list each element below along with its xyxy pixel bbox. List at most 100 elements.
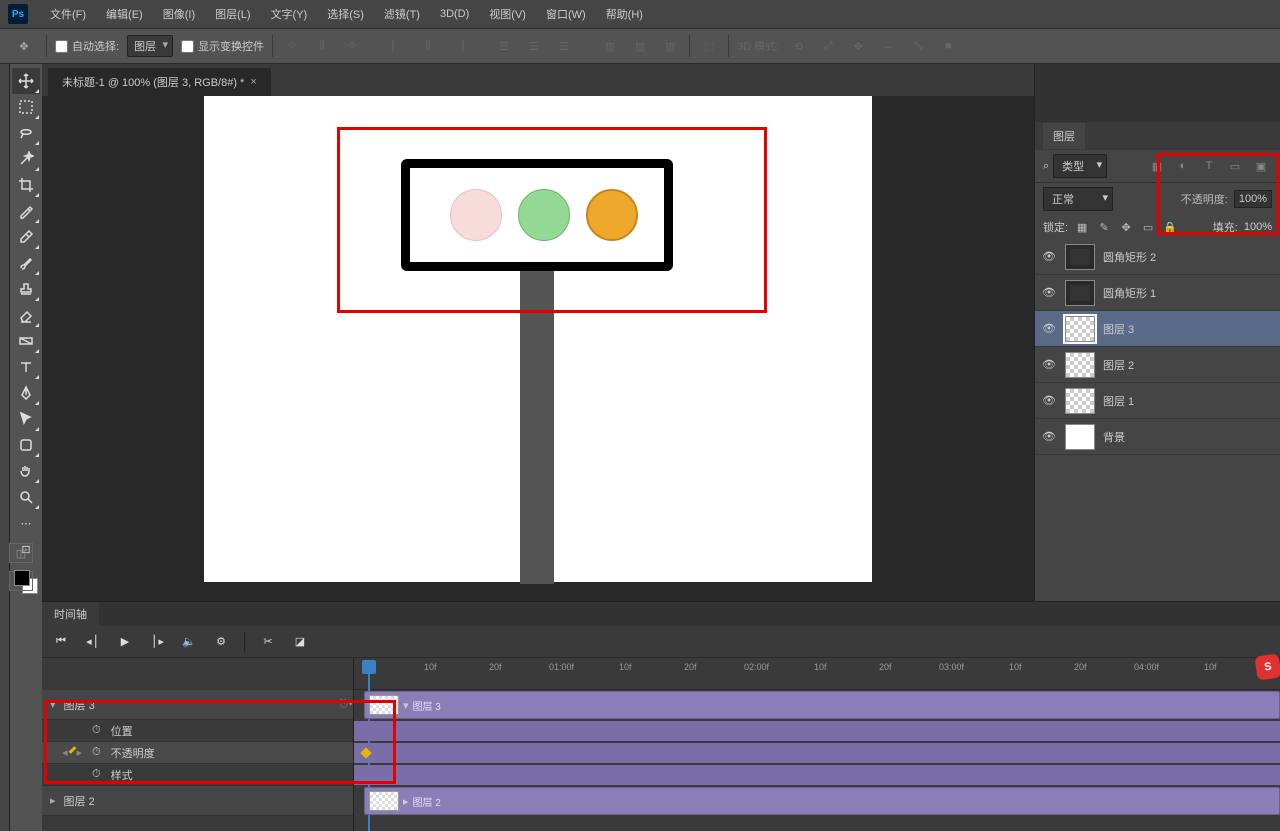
orbit-icon[interactable]: ⟲ [787,35,809,57]
track-options-icon[interactable]: ⎋▾ [340,698,353,711]
align-vcenter-icon[interactable]: ⫴ [311,35,333,57]
transition-button[interactable]: ◪ [291,635,309,648]
layer-row[interactable]: 👁 圆角矩形 1 [1035,275,1280,311]
filter-pixel-icon[interactable]: ▦ [1146,155,1168,177]
layer-row[interactable]: 👁 圆角矩形 2 [1035,239,1280,275]
track-header[interactable]: ▾ 图层 3 ⎋▾ [42,690,353,720]
dist-bottom-icon[interactable]: ☰ [553,35,575,57]
more-tools[interactable]: ⋯ [12,510,40,536]
stopwatch-icon[interactable]: ⏱ [92,768,101,781]
eye-icon[interactable]: 👁 [1041,430,1057,443]
show-transform-check[interactable]: 显示变换控件 [181,38,264,54]
timeline-tracks[interactable]: 10f 20f 01:00f 10f 20f 02:00f 10f 20f 03… [354,658,1280,831]
chevron-right-icon[interactable]: ▸ [50,794,56,807]
close-icon[interactable]: × [250,76,256,88]
chevron-right-icon[interactable]: ▸ [403,795,409,808]
layer-name[interactable]: 图层 2 [1103,357,1134,373]
dist-right-icon[interactable]: ▥ [659,35,681,57]
mute-button[interactable]: 🔈 [180,635,198,648]
pen-tool[interactable] [12,380,40,406]
filter-kind-select[interactable]: 类型 [1053,154,1107,178]
menu-window[interactable]: 窗口(W) [536,0,596,28]
menu-layer[interactable]: 图层(L) [205,0,260,28]
eyedropper-tool[interactable] [12,198,40,224]
move-tool[interactable] [12,68,40,94]
layer-thumb[interactable] [1065,244,1095,270]
menu-help[interactable]: 帮助(H) [596,0,653,28]
dist-vcenter-icon[interactable]: ☰ [523,35,545,57]
align-right-icon[interactable]: ⎹ [447,35,469,57]
split-button[interactable]: ✂ [259,635,277,648]
chevron-down-icon[interactable]: ▾ [403,699,409,712]
lock-trans-icon[interactable]: ▦ [1074,219,1090,235]
layer-row[interactable]: 👁 图层 2 [1035,347,1280,383]
blend-mode-select[interactable]: 正常 [1043,187,1113,211]
brush-tool[interactable] [12,250,40,276]
text-tool[interactable] [12,354,40,380]
filter-smart-icon[interactable]: ▣ [1250,155,1272,177]
camera-icon[interactable]: ■ [937,35,959,57]
align-bottom-icon[interactable]: ⟐ [341,35,363,57]
play-button[interactable]: ▶ [116,635,134,648]
playhead[interactable] [362,660,376,674]
scale-icon[interactable]: ⤡ [907,35,929,57]
dist-hcenter-icon[interactable]: ▥ [629,35,651,57]
prop-row-position[interactable]: ⏱ 位置 [42,720,353,742]
eye-icon[interactable]: 👁 [1041,358,1057,371]
layer-row[interactable]: 👁 图层 1 [1035,383,1280,419]
filter-adjust-icon[interactable]: ◐ [1172,155,1194,177]
fill-value[interactable]: 100% [1244,221,1272,233]
layer-thumb[interactable] [1065,424,1095,450]
zoom-tool[interactable] [12,484,40,510]
roll-icon[interactable]: ⤢ [817,35,839,57]
align-hcenter-icon[interactable]: ⫼ [417,35,439,57]
eye-icon[interactable]: 👁 [1041,250,1057,263]
tab-layers[interactable]: 图层 [1043,123,1085,149]
document-tab[interactable]: 未标题-1 @ 100% (图层 3, RGB/8#) * × [48,68,271,96]
layer-name[interactable]: 圆角矩形 2 [1103,249,1156,265]
filter-text-icon[interactable]: T [1198,155,1220,177]
next-frame-button[interactable]: ⎪▸ [148,635,166,648]
prop-row-opacity[interactable]: ◂▸ ⏱ 不透明度 [42,742,353,764]
layer-thumb[interactable] [1065,280,1095,306]
layer-row[interactable]: 👁背景 [1035,419,1280,455]
track-header[interactable]: ▸ 图层 2 [42,786,353,816]
prop-track[interactable] [354,721,1280,741]
pan-icon[interactable]: ✥ [847,35,869,57]
time-ruler[interactable]: 10f 20f 01:00f 10f 20f 02:00f 10f 20f 03… [354,658,1280,690]
prop-row-style[interactable]: ⏱ 样式 [42,764,353,786]
crop-tool[interactable] [12,172,40,198]
path-select-tool[interactable] [12,406,40,432]
layer-thumb[interactable] [1065,388,1095,414]
quickmask-icon[interactable]: ◫ [9,543,33,563]
dist-top-icon[interactable]: ☰ [493,35,515,57]
eraser-tool[interactable] [12,302,40,328]
auto-select-check[interactable]: 自动选择: [55,38,119,54]
layer-name[interactable]: 圆角矩形 1 [1103,285,1156,301]
slide-icon[interactable]: ↔ [877,35,899,57]
stamp-tool[interactable] [12,276,40,302]
eye-icon[interactable]: 👁 [1041,286,1057,299]
prop-track[interactable] [354,765,1280,785]
dist-left-icon[interactable]: ▥ [599,35,621,57]
marquee-tool[interactable] [12,94,40,120]
prev-frame-button[interactable]: ◂⎪ [84,635,102,648]
align-top-icon[interactable]: ⟐ [281,35,303,57]
menu-image[interactable]: 图像(I) [153,0,205,28]
menu-edit[interactable]: 编辑(E) [96,0,153,28]
opacity-value[interactable]: 100% [1234,190,1272,208]
layer-thumb[interactable] [1065,316,1095,342]
lock-all-icon[interactable]: 🔒 [1162,219,1178,235]
settings-icon[interactable]: ⚙ [212,635,230,648]
layer-name[interactable]: 图层 1 [1103,393,1134,409]
layer-row[interactable]: 👁图层 3 [1035,311,1280,347]
first-frame-button[interactable]: ⏮ [52,635,70,648]
timeline-clip[interactable]: ▸ 图层 2 [364,787,1280,815]
lock-image-icon[interactable]: ✎ [1096,219,1112,235]
eye-icon[interactable]: 👁 [1041,322,1057,335]
auto-select-target[interactable]: 图层 [127,35,173,57]
align-left-icon[interactable]: ⎸ [387,35,409,57]
layer-thumb[interactable] [1065,352,1095,378]
eye-icon[interactable]: 👁 [1041,394,1057,407]
heal-tool[interactable] [12,224,40,250]
